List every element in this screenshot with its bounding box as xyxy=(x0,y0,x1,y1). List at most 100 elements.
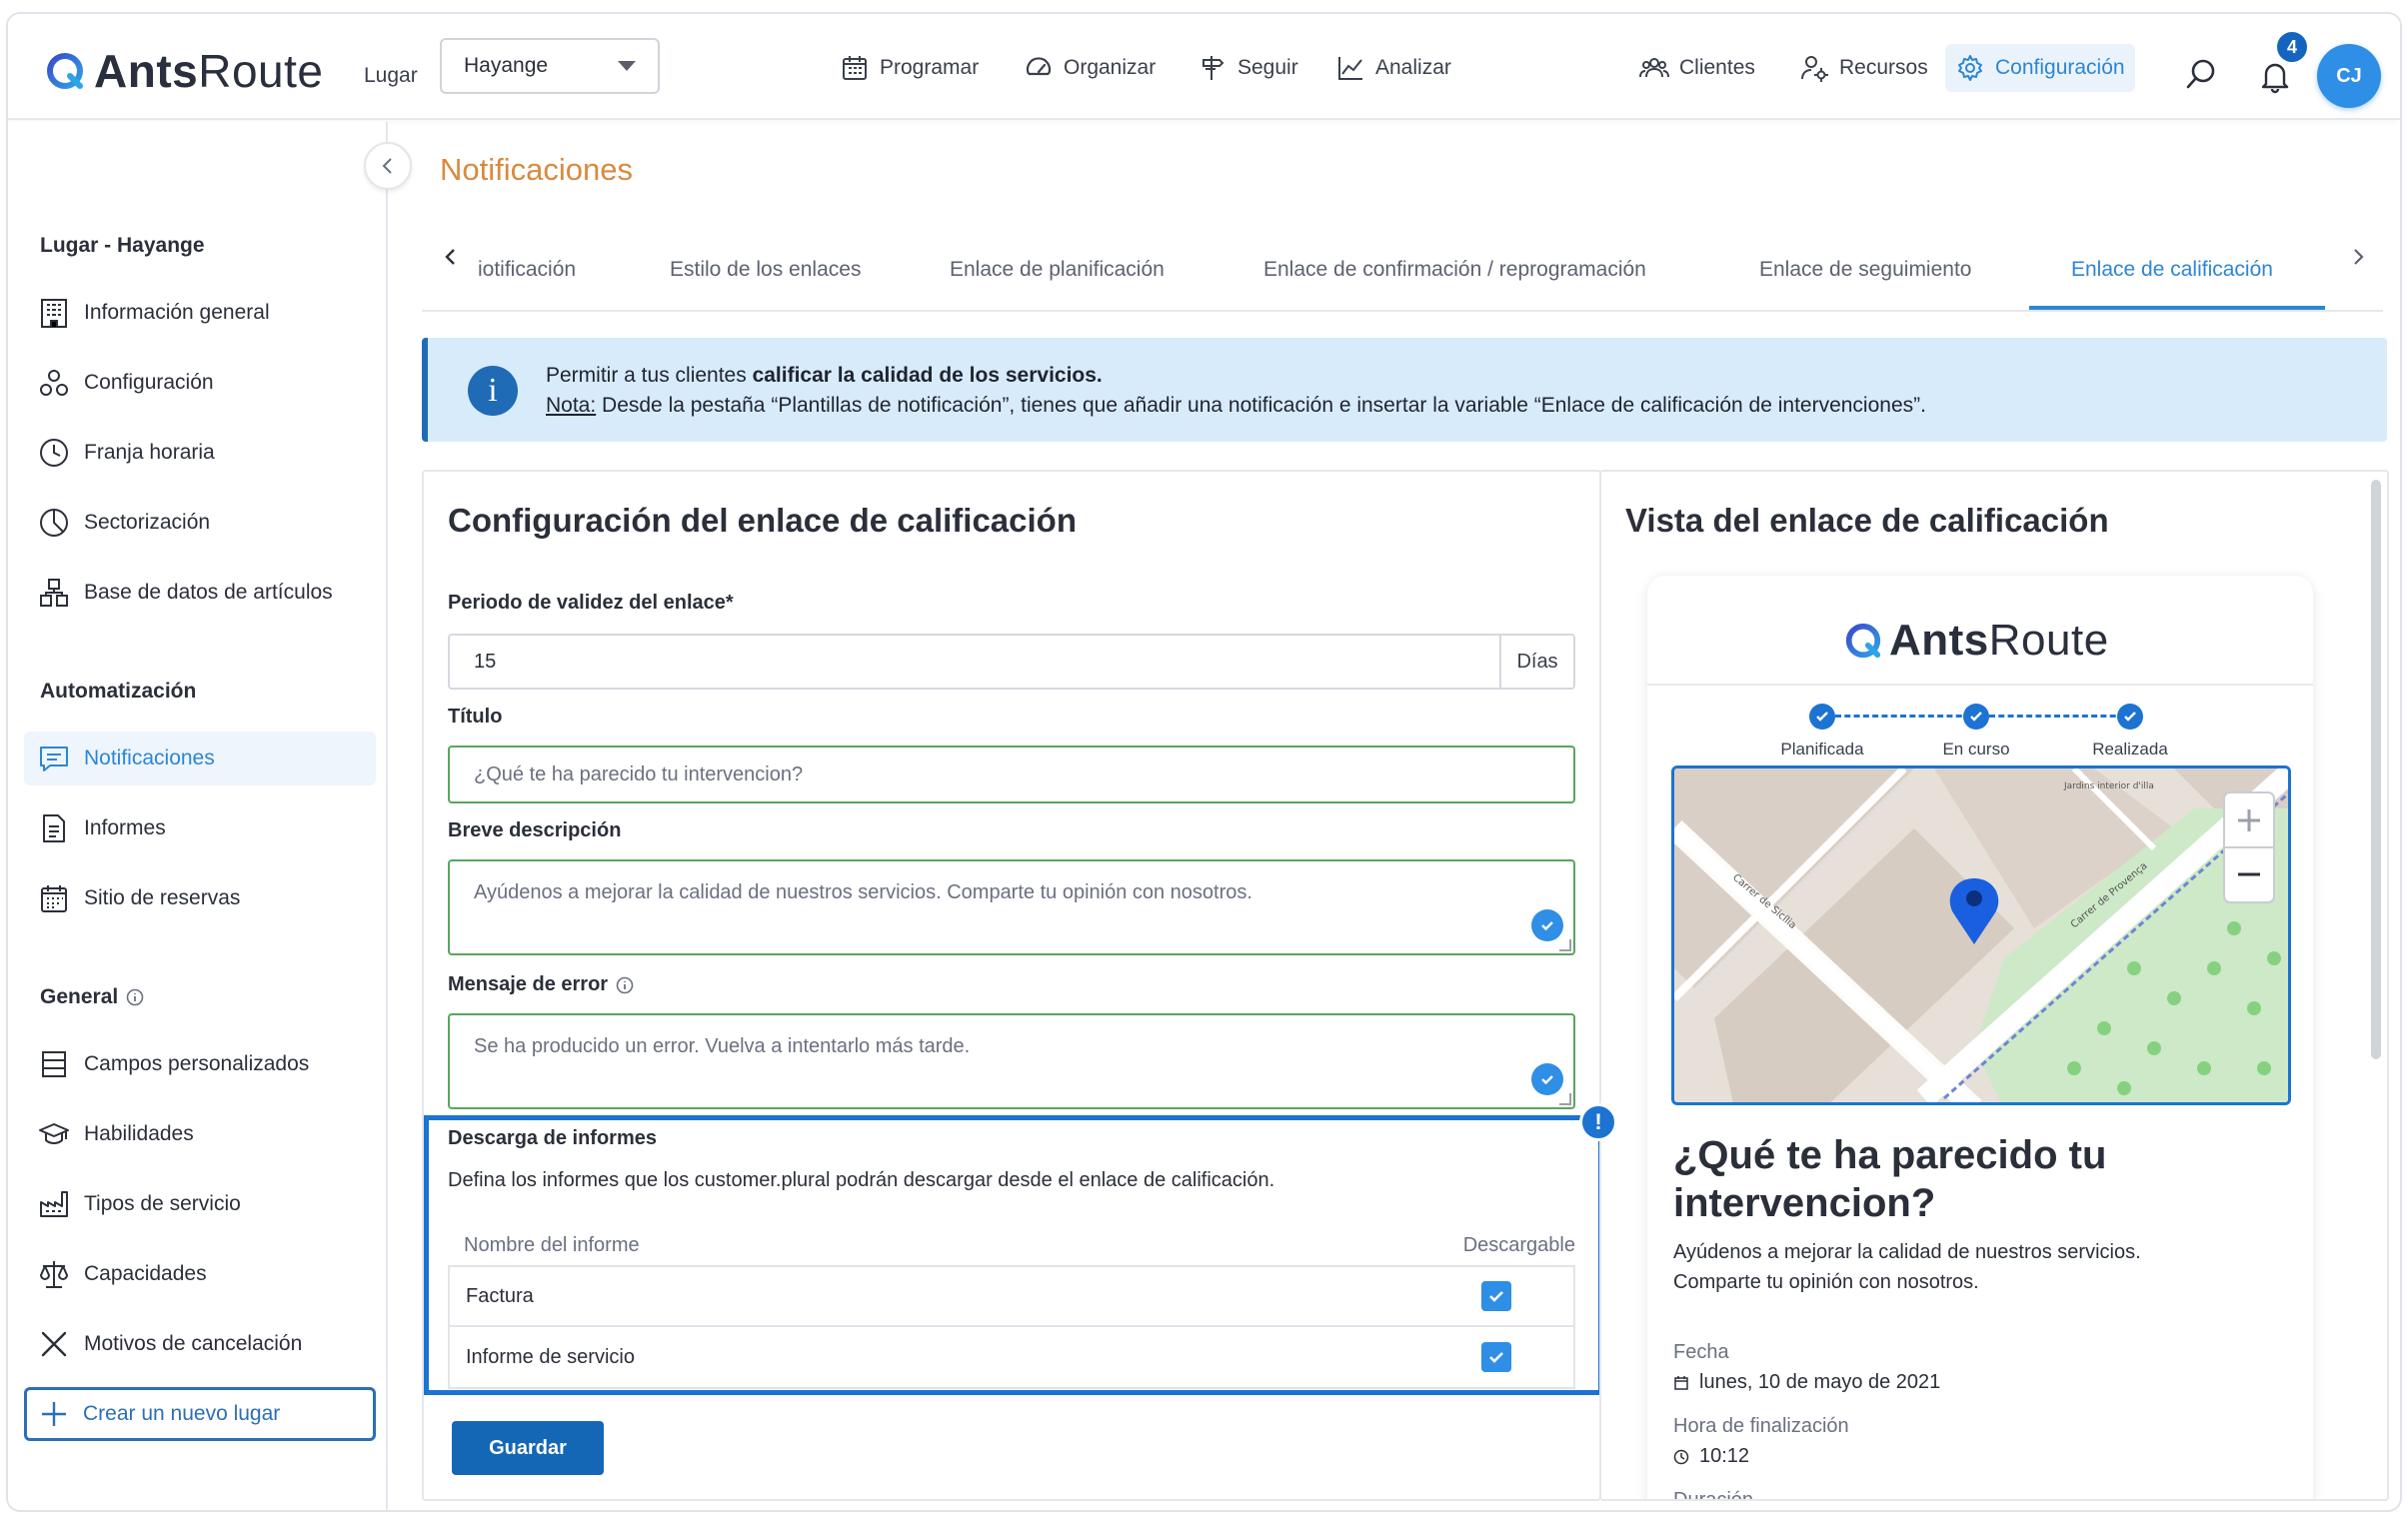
error-text: Se ha producido un error. Vuelva a inten… xyxy=(474,1035,971,1057)
sidebar-item-habilidades[interactable]: Habilidades xyxy=(24,1107,376,1161)
map-view[interactable]: Carrer de Sicília Carrer de Provença Jar… xyxy=(1671,765,2291,1105)
tab-enlace-seguimiento[interactable]: Enlace de seguimiento xyxy=(1759,258,1971,282)
nav-label: Organizar xyxy=(1064,56,1157,79)
info-banner: i Permitir a tus clientes calificar la c… xyxy=(422,338,2387,442)
config-card-title: Configuración del enlace de calificación xyxy=(448,502,1077,539)
nav-recursos[interactable]: Recursos xyxy=(1789,44,1938,92)
sidebar-item-label: Campos personalizados xyxy=(84,1052,310,1075)
map-street-label: Jardins interior d'illa xyxy=(2063,781,2154,791)
boxes-icon xyxy=(40,579,68,607)
chart-icon xyxy=(1338,57,1362,80)
nav-analizar[interactable]: Analizar xyxy=(1325,44,1461,92)
user-gear-icon xyxy=(1801,56,1828,82)
sidebar-item-capacidades[interactable]: Capacidades xyxy=(24,1247,376,1301)
new-place-button[interactable]: Crear un nuevo lugar xyxy=(24,1387,376,1441)
sidebar-item-sectorizacion[interactable]: Sectorización xyxy=(24,496,376,550)
sidebar-section-general: General xyxy=(40,985,144,1009)
step-label: En curso xyxy=(1942,740,2010,759)
validity-label: Periodo de validez del enlace* xyxy=(448,592,734,614)
logo-text: AntsRoute xyxy=(1889,616,2109,665)
resize-handle[interactable] xyxy=(1559,939,1571,951)
downloadable-checkbox[interactable] xyxy=(1481,1342,1511,1372)
chevron-down-icon xyxy=(618,61,636,71)
sidebar-section-place: Lugar - Hayange xyxy=(40,234,205,257)
duration-label: Duración xyxy=(1673,1489,1754,1501)
pie-icon xyxy=(40,509,68,537)
message-icon xyxy=(40,747,68,771)
sidebar-item-motivos-de-cancelacion[interactable]: Motivos de cancelación xyxy=(24,1317,376,1371)
tab-estilo-enlaces[interactable]: Estilo de los enlaces xyxy=(670,258,861,282)
alert-icon: ! xyxy=(1579,1103,1617,1141)
sidebar-item-campos-personalizados[interactable]: Campos personalizados xyxy=(24,1037,376,1091)
sidebar: Lugar - Hayange Información general Conf… xyxy=(8,122,388,1510)
nav-organizar[interactable]: Organizar xyxy=(1014,44,1166,92)
plus-icon xyxy=(42,1402,66,1426)
preview-divider xyxy=(1647,684,2313,686)
tab-enlace-calificacion[interactable]: Enlace de calificación xyxy=(2071,258,2273,282)
banner-line-1: Permitir a tus clientes calificar la cal… xyxy=(546,364,1103,387)
tab-enlace-planificacion[interactable]: Enlace de planificación xyxy=(950,258,1165,282)
info-icon[interactable] xyxy=(616,976,634,994)
sidebar-item-informes[interactable]: Informes xyxy=(24,801,376,855)
scrollbar[interactable] xyxy=(2371,480,2381,1059)
save-button[interactable]: Guardar xyxy=(452,1421,604,1475)
calendar-grid-icon xyxy=(41,885,67,912)
place-select[interactable]: Hayange xyxy=(440,38,660,94)
document-icon xyxy=(43,814,65,842)
downloadable-checkbox[interactable] xyxy=(1481,1281,1511,1311)
resize-handle[interactable] xyxy=(1559,1093,1571,1105)
collapse-sidebar-button[interactable] xyxy=(364,142,412,190)
sidebar-item-label: Capacidades xyxy=(84,1262,207,1285)
search-icon[interactable] xyxy=(2183,56,2219,92)
scale-icon xyxy=(40,1261,68,1288)
sidebar-section-automation: Automatización xyxy=(40,680,197,703)
nav-programar[interactable]: Programar xyxy=(830,44,989,92)
avatar[interactable]: CJ xyxy=(2317,44,2381,108)
sidebar-item-franja-horaria[interactable]: Franja horaria xyxy=(24,426,376,480)
sidebar-item-notificaciones[interactable]: Notificaciones xyxy=(24,732,376,785)
preview-question: ¿Qué te ha parecido tu intervencion? xyxy=(1673,1133,2107,1225)
sidebar-item-tipos-de-servicio[interactable]: Tipos de servicio xyxy=(24,1177,376,1231)
preview-logo: AntsRoute xyxy=(1843,616,2109,666)
nav-configuracion[interactable]: Configuración xyxy=(1945,44,2135,92)
validity-input[interactable]: 15 Días xyxy=(448,634,1575,690)
sidebar-item-informacion-general[interactable]: Información general xyxy=(24,286,376,340)
reports-table-header: Nombre del informe Descargable xyxy=(448,1225,1575,1265)
report-name: Factura xyxy=(466,1284,534,1307)
gear-icon xyxy=(1958,55,1982,81)
sidebar-item-sitio-de-reservas[interactable]: Sitio de reservas xyxy=(24,871,376,925)
calendar-icon xyxy=(843,56,867,80)
sidebar-item-label: Base de datos de artículos xyxy=(84,581,333,604)
sidebar-item-label: Informes xyxy=(84,816,166,839)
tab-enlace-confirmacion[interactable]: Enlace de confirmación / reprogramación xyxy=(1263,258,1646,282)
sidebar-item-base-de-datos[interactable]: Base de datos de artículos xyxy=(24,566,376,620)
sidebar-item-label: Franja horaria xyxy=(84,441,215,464)
antsroute-logo[interactable]: AntsRoute xyxy=(44,44,323,98)
info-icon[interactable] xyxy=(126,988,144,1006)
step-connector xyxy=(1835,715,1971,718)
date-value: lunes, 10 de mayo de 2021 xyxy=(1673,1371,1940,1394)
short-desc-textarea[interactable]: Ayúdenos a mejorar la calidad de nuestro… xyxy=(448,859,1575,955)
progress-steps: Planificada En curso Realizada xyxy=(1647,700,2313,760)
sidebar-item-label: Configuración xyxy=(84,371,214,394)
end-time-label: Hora de finalización xyxy=(1673,1415,1849,1437)
nav-clientes[interactable]: Clientes xyxy=(1629,44,1765,92)
chevron-left-icon[interactable] xyxy=(440,246,462,268)
map-image: Carrer de Sicília Carrer de Provença Jar… xyxy=(1674,768,2288,1102)
top-bar: AntsRoute Lugar Hayange Programar Organi… xyxy=(8,14,2400,120)
nav-seguir[interactable]: Seguir xyxy=(1188,44,1308,92)
sidebar-item-label: Notificaciones xyxy=(84,747,215,769)
notification-count-badge: 4 xyxy=(2275,30,2309,64)
nav-label: Recursos xyxy=(1839,56,1928,79)
config-card: Configuración del enlace de calificación… xyxy=(422,470,1617,1501)
title-input[interactable]: ¿Qué te ha parecido tu intervencion? xyxy=(448,746,1575,803)
tab-notificacion[interactable]: iotificación xyxy=(478,258,576,282)
error-textarea[interactable]: Se ha producido un error. Vuelva a inten… xyxy=(448,1013,1575,1109)
nav-label: Clientes xyxy=(1679,56,1755,79)
sidebar-item-configuracion[interactable]: Configuración xyxy=(24,356,376,410)
chevron-right-icon[interactable] xyxy=(2347,246,2369,268)
sidebar-item-label: Habilidades xyxy=(84,1122,194,1145)
graduation-icon xyxy=(39,1123,69,1144)
sidebar-section-general-label: General xyxy=(40,985,119,1008)
check-icon xyxy=(1531,909,1563,941)
